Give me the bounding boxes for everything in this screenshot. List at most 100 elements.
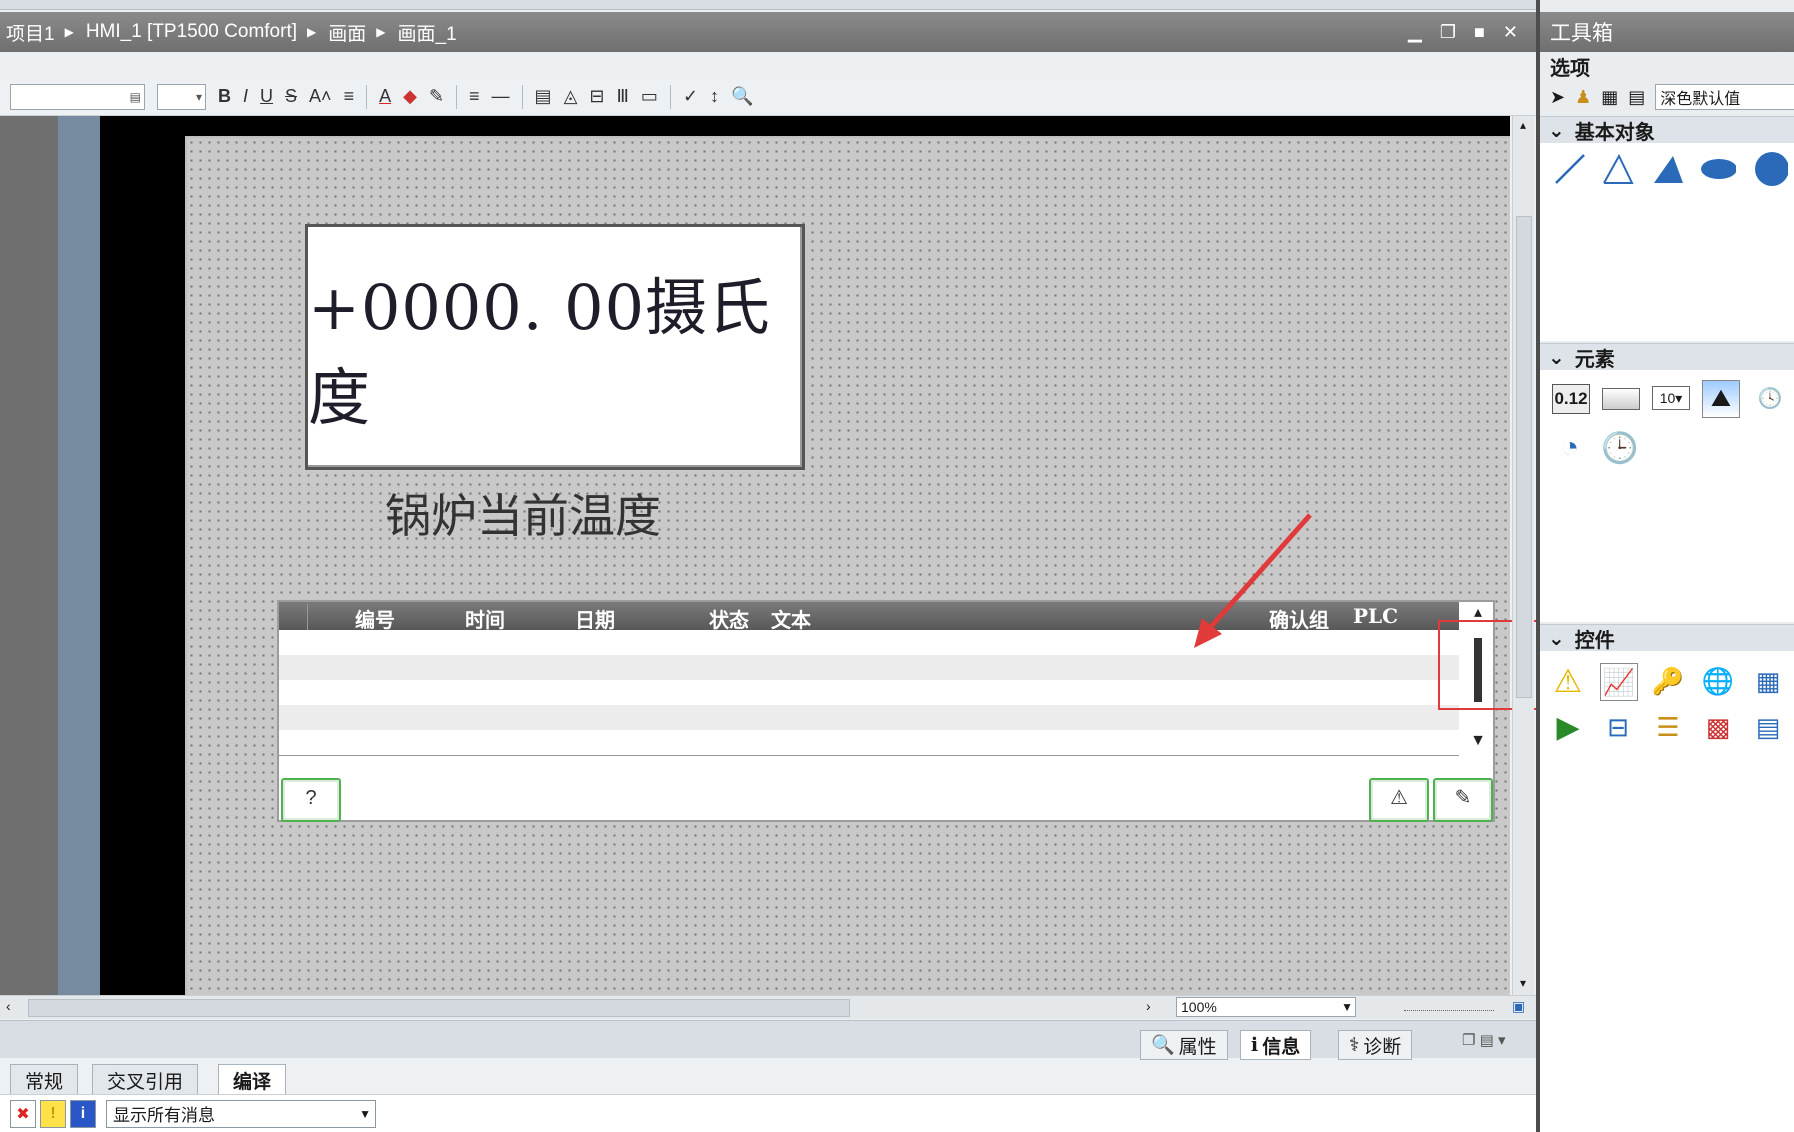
user-icon[interactable]: ♟ (1575, 87, 1591, 108)
column-number[interactable]: 编号 (355, 604, 395, 633)
zoom-slider[interactable] (1404, 1004, 1494, 1011)
html-browser-icon[interactable]: 🌐 (1700, 663, 1736, 699)
pane-elements[interactable]: ⌄ 元素 (1540, 343, 1794, 371)
layer-order-icon[interactable]: ↕ (710, 86, 719, 107)
line-color-icon[interactable]: ✎ (429, 86, 444, 107)
same-width-icon[interactable]: Ⅲ (617, 86, 629, 107)
close-icon[interactable]: ✕ (1503, 22, 1518, 43)
breadcrumb-device[interactable]: HMI_1 [TP1500 Comfort] (86, 21, 297, 43)
alarm-row[interactable] (279, 730, 1459, 756)
line-icon[interactable] (1552, 151, 1588, 187)
annotation-arrow (1194, 513, 1312, 648)
scroll-thumb[interactable] (28, 999, 850, 1017)
date-time-icon[interactable]: 🕓 (1752, 380, 1788, 416)
scroll-thumb[interactable] (1516, 216, 1532, 698)
system-diagnostics-icon[interactable]: ☰ (1650, 709, 1686, 745)
pane-basic-objects[interactable]: ⌄ 基本对象 (1540, 116, 1794, 144)
error-filter-icon[interactable]: ✖ (10, 1099, 36, 1128)
pane-controls[interactable]: ⌄ 控件 (1540, 624, 1794, 652)
column-text[interactable]: 文本 (771, 604, 811, 633)
scroll-left-icon[interactable]: ‹ (6, 998, 11, 1014)
polygon-icon[interactable] (1650, 151, 1686, 187)
font-family-select[interactable]: ▤ (10, 83, 145, 110)
list-view-icon[interactable]: ▦ (1601, 87, 1618, 108)
line-width-icon[interactable]: ≡ (469, 86, 480, 107)
breadcrumb-screen[interactable]: 画面_1 (398, 19, 457, 46)
window-controls: ▁ ❐ ■ ✕ (1408, 12, 1528, 52)
scroll-down-icon[interactable]: ▾ (1515, 976, 1531, 992)
io-field-icon[interactable]: 0.12 (1552, 384, 1590, 414)
symbolic-io-icon[interactable]: 10▾ (1652, 386, 1690, 410)
clock-icon[interactable]: 🕒 (1601, 430, 1638, 466)
tab-info[interactable]: ℹ 信息 (1240, 1030, 1312, 1060)
trend-view-icon[interactable]: 📈 (1600, 663, 1638, 701)
maximize-icon[interactable]: ■ (1474, 22, 1485, 43)
same-size-icon[interactable]: ▭ (641, 86, 658, 107)
alarm-edit-button[interactable]: ✎ (1433, 778, 1493, 822)
graphic-view-icon[interactable]: ⛰ (1702, 380, 1740, 418)
ellipse-icon[interactable] (1700, 151, 1736, 187)
align-icon[interactable]: ▤ (535, 86, 552, 107)
recipe-view-icon[interactable]: ▦ (1750, 663, 1786, 699)
panel-options-icon[interactable]: ❐ ▤ ▾ (1462, 1031, 1505, 1049)
message-filter-select[interactable]: 显示所有消息 ▼ (106, 1099, 376, 1128)
sm-table-icon[interactable]: ▤ (1750, 709, 1786, 745)
underline-icon[interactable]: U (260, 86, 273, 107)
font-size-up-icon[interactable]: A˄ (309, 86, 332, 107)
font-size-select[interactable]: ▾ (157, 83, 206, 110)
tab-cross-reference[interactable]: 交叉引用 (92, 1064, 199, 1096)
canvas-vertical-scrollbar[interactable]: ▴ ▾ (1512, 116, 1534, 996)
button-icon[interactable] (1602, 388, 1640, 410)
toolbar-divider (669, 84, 671, 109)
plc-code-viewer-icon[interactable]: ⊟ (1600, 709, 1636, 745)
rotate-icon[interactable]: ◬ (564, 86, 578, 107)
minimize-icon[interactable]: ▁ (1408, 22, 1422, 43)
alarm-row[interactable] (279, 705, 1459, 730)
bold-icon[interactable]: B (218, 86, 231, 107)
distribute-icon[interactable]: ⊟ (589, 86, 604, 107)
fill-color-icon[interactable]: ◆ (403, 86, 417, 107)
zoom-fit-icon[interactable]: ▣ (1512, 998, 1525, 1015)
zoom-select[interactable]: 100% ▼ (1176, 997, 1356, 1017)
polyline-icon[interactable] (1600, 151, 1636, 187)
help-icon: ? (305, 787, 317, 809)
column-plc[interactable]: PLC (1353, 604, 1398, 628)
temperature-label[interactable]: 锅炉当前温度 (385, 480, 661, 546)
io-field[interactable]: +0000. 00摄氏度 (305, 224, 805, 470)
pointer-icon[interactable]: ➤ (1550, 87, 1565, 108)
style-select[interactable]: 深色默认值 (1655, 84, 1794, 110)
alarm-view-icon[interactable]: ⚠ (1550, 663, 1586, 699)
strikethrough-icon[interactable]: S (285, 86, 297, 107)
media-player-icon[interactable]: ▶ (1550, 709, 1586, 745)
alarm-acknowledge-button[interactable]: ⚠ (1369, 778, 1429, 822)
tab-general[interactable]: 常规 (10, 1064, 79, 1096)
gauge-icon[interactable]: ◔ (1552, 430, 1588, 466)
italic-icon[interactable]: I (243, 86, 248, 107)
scroll-right-icon[interactable]: › (1146, 998, 1151, 1014)
alarm-help-button[interactable]: ? (281, 778, 341, 822)
column-time[interactable]: 时间 (465, 604, 505, 633)
breadcrumb-project[interactable]: 项目1 (6, 19, 55, 46)
check-icon[interactable]: ✓ (683, 86, 698, 107)
breadcrumb-screens[interactable]: 画面 (328, 19, 366, 46)
line-style-icon[interactable]: — (492, 86, 510, 107)
user-view-icon[interactable]: 🔑 (1650, 663, 1686, 699)
column-date[interactable]: 日期 (575, 604, 615, 633)
restore-icon[interactable]: ❐ (1440, 22, 1456, 43)
tab-properties[interactable]: 🔍 属性 (1140, 1030, 1228, 1060)
zoom-icon[interactable]: 🔍 (731, 86, 753, 107)
scroll-up-icon[interactable]: ▴ (1463, 602, 1493, 622)
table-view-icon[interactable]: ▤ (1628, 87, 1645, 108)
info-filter-icon[interactable]: i (70, 1099, 96, 1128)
scroll-up-icon[interactable]: ▴ (1515, 118, 1531, 134)
scroll-down-icon[interactable]: ▼ (1463, 732, 1493, 752)
font-color-icon[interactable]: A (379, 86, 391, 107)
circle-icon[interactable] (1752, 151, 1788, 187)
alarm-row[interactable] (279, 680, 1459, 705)
text-align-icon[interactable]: ≡ (344, 86, 355, 107)
tab-diagnostics[interactable]: ⚕ 诊断 (1338, 1030, 1413, 1060)
tab-compile[interactable]: 编译 (218, 1064, 287, 1095)
column-status[interactable]: 状态 (709, 604, 749, 633)
warning-filter-icon[interactable]: ! (40, 1099, 66, 1128)
status-force-icon[interactable]: ▩ (1700, 709, 1736, 745)
